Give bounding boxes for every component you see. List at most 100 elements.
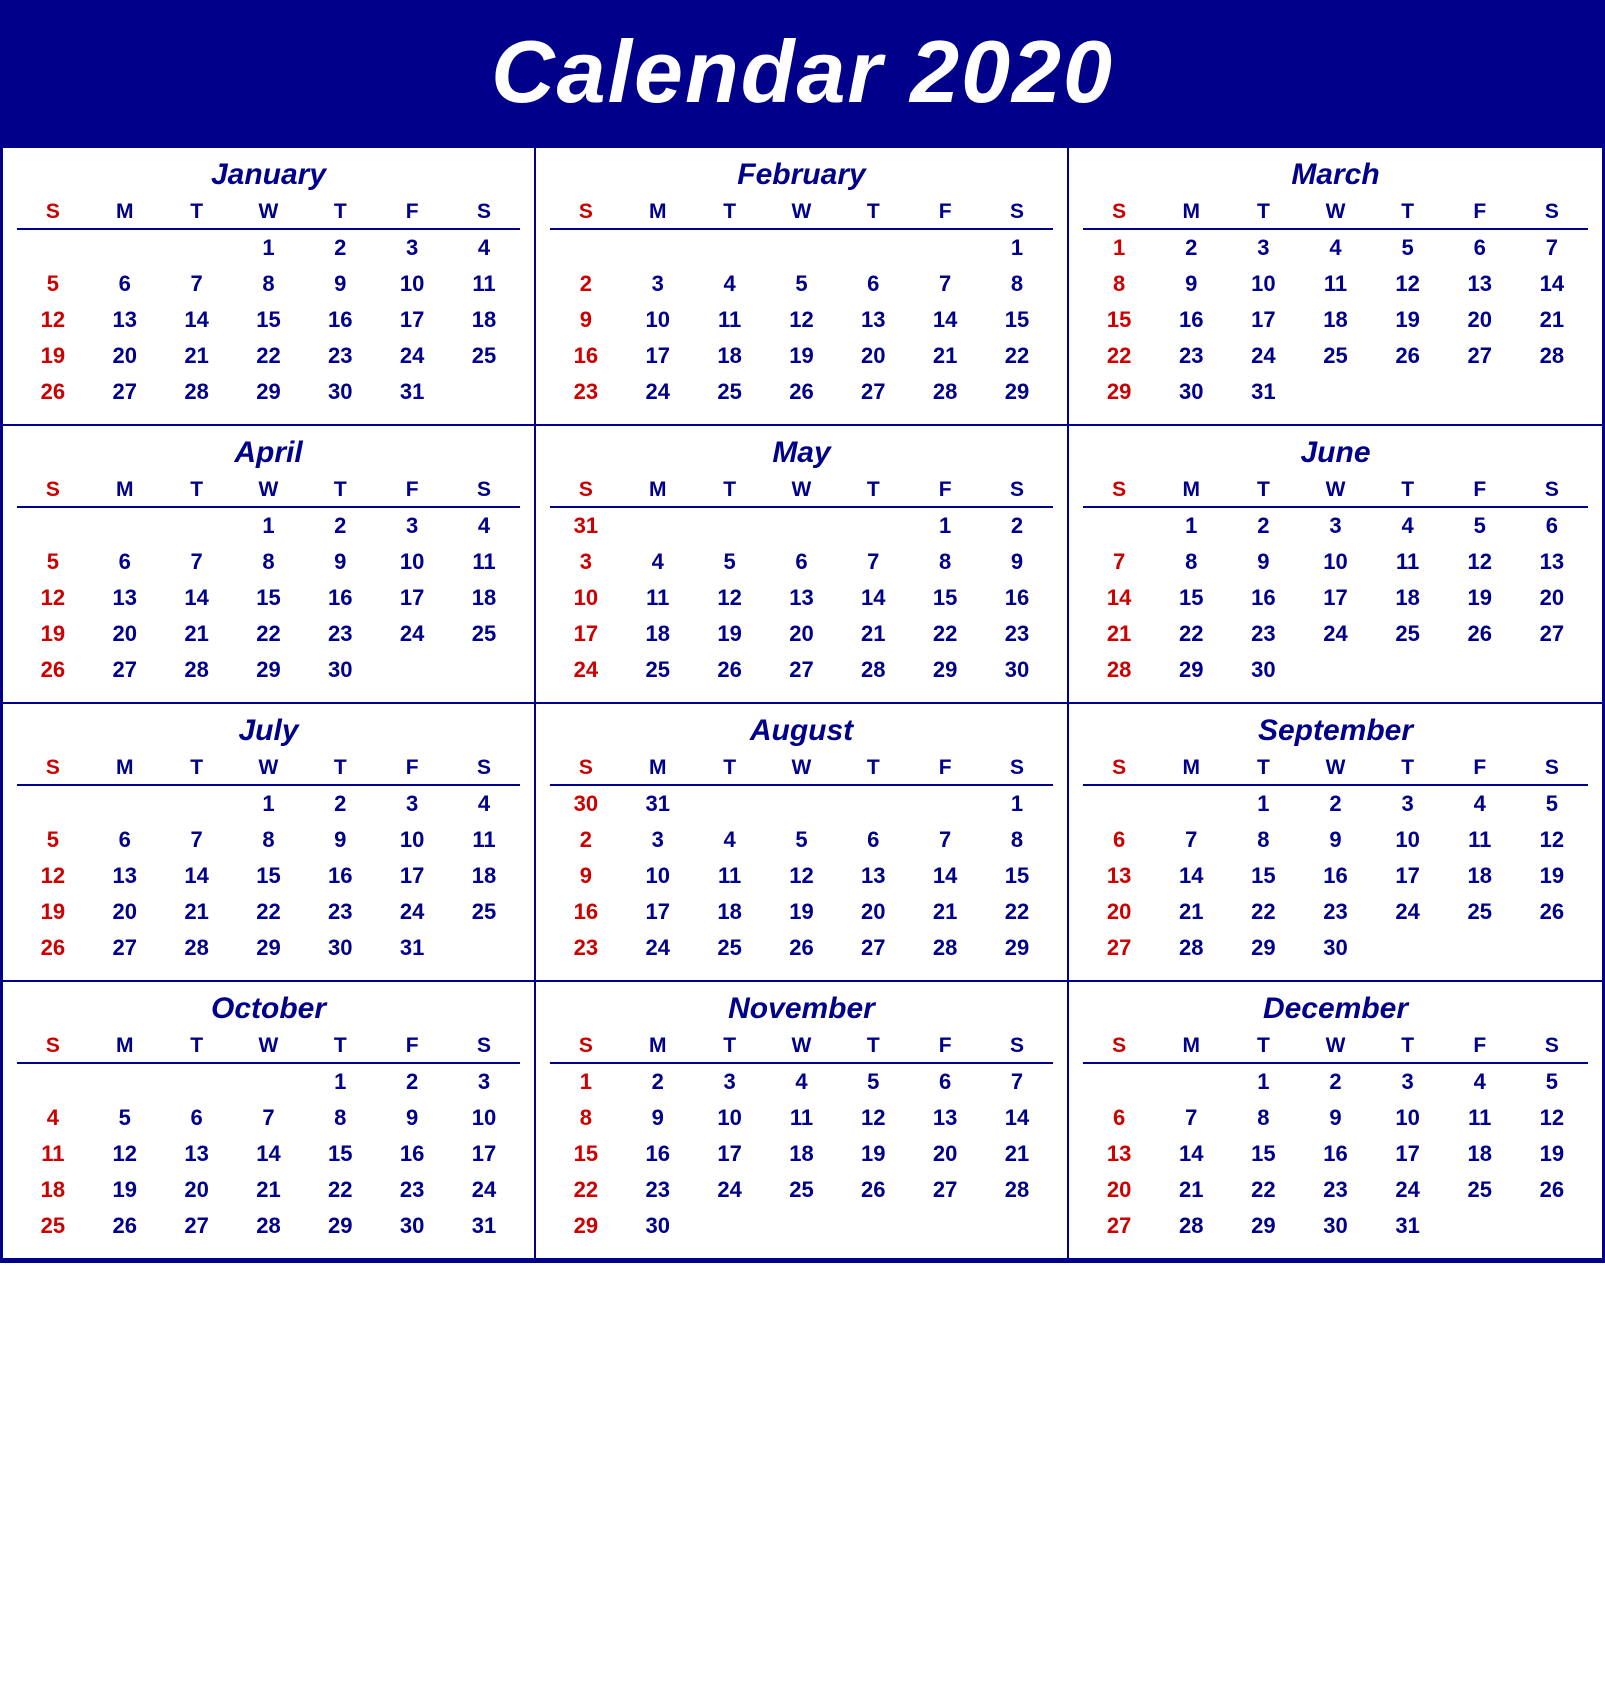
calendar-day: 4 <box>1372 507 1444 544</box>
calendar-day: 19 <box>17 894 89 930</box>
calendar-day: 25 <box>448 338 520 374</box>
day-header: T <box>304 476 376 507</box>
day-header: W <box>233 1032 305 1063</box>
day-header: T <box>304 754 376 785</box>
calendar-day: 27 <box>89 930 161 966</box>
calendar-day: 7 <box>1155 1100 1227 1136</box>
calendar-day: 24 <box>376 338 448 374</box>
calendar-day: 18 <box>448 858 520 894</box>
calendar-day: 13 <box>1083 858 1155 894</box>
calendar-container: Calendar 2020 JanuarySMTWTFS123456789101… <box>0 0 1605 1263</box>
day-header: F <box>909 198 981 229</box>
calendar-day: 5 <box>17 266 89 302</box>
calendar-day <box>766 785 838 822</box>
calendar-day <box>448 652 520 688</box>
calendar-day: 20 <box>161 1172 233 1208</box>
calendar-day: 27 <box>837 930 909 966</box>
calendar-day: 20 <box>1083 1172 1155 1208</box>
calendar-day: 30 <box>981 652 1053 688</box>
calendar-day: 28 <box>161 930 233 966</box>
month-name: March <box>1083 158 1588 192</box>
day-header: F <box>909 476 981 507</box>
calendar-day <box>17 785 89 822</box>
calendar-day: 23 <box>376 1172 448 1208</box>
calendar-day: 16 <box>622 1136 694 1172</box>
calendar-day: 9 <box>1299 822 1371 858</box>
calendar-day: 26 <box>17 930 89 966</box>
day-header: T <box>1372 476 1444 507</box>
calendar-day: 25 <box>622 652 694 688</box>
day-header: S <box>448 476 520 507</box>
calendar-day: 15 <box>909 580 981 616</box>
calendar-day: 13 <box>89 858 161 894</box>
calendar-day: 25 <box>17 1208 89 1244</box>
calendar-day: 17 <box>550 616 622 652</box>
calendar-day: 15 <box>233 302 305 338</box>
day-header: S <box>981 476 1053 507</box>
calendar-day: 11 <box>448 544 520 580</box>
calendar-day: 9 <box>304 266 376 302</box>
calendar-day: 4 <box>17 1100 89 1136</box>
calendar-day: 16 <box>1299 858 1371 894</box>
day-header: T <box>1227 1032 1299 1063</box>
calendar-day: 16 <box>304 858 376 894</box>
calendar-title: Calendar 2020 <box>3 21 1602 123</box>
calendar-day: 21 <box>233 1172 305 1208</box>
calendar-day <box>161 507 233 544</box>
day-header: S <box>1516 476 1588 507</box>
calendar-day: 26 <box>17 374 89 410</box>
calendar-day: 30 <box>1299 1208 1371 1244</box>
calendar-day: 22 <box>981 338 1053 374</box>
calendar-day: 12 <box>89 1136 161 1172</box>
calendar-day: 23 <box>304 894 376 930</box>
calendar-day: 12 <box>766 302 838 338</box>
calendar-day: 12 <box>1372 266 1444 302</box>
calendar-day: 20 <box>766 616 838 652</box>
calendar-day: 14 <box>233 1136 305 1172</box>
calendar-day: 28 <box>981 1172 1053 1208</box>
calendar-day: 10 <box>550 580 622 616</box>
calendar-day <box>89 507 161 544</box>
calendar-day: 9 <box>304 822 376 858</box>
calendar-day: 24 <box>1372 1172 1444 1208</box>
calendar-day: 10 <box>376 544 448 580</box>
calendar-day: 9 <box>981 544 1053 580</box>
month-block-april: AprilSMTWTFS1234567891011121314151617181… <box>3 426 536 704</box>
calendar-day: 16 <box>550 894 622 930</box>
calendar-day: 25 <box>1444 894 1516 930</box>
calendar-day: 10 <box>1227 266 1299 302</box>
day-header: F <box>1444 198 1516 229</box>
calendar-day: 19 <box>1516 1136 1588 1172</box>
calendar-day: 6 <box>837 822 909 858</box>
calendar-day: 18 <box>1372 580 1444 616</box>
calendar-day: 31 <box>376 374 448 410</box>
calendar-day: 6 <box>1083 1100 1155 1136</box>
calendar-day: 10 <box>694 1100 766 1136</box>
calendar-day <box>909 1208 981 1244</box>
calendar-day: 21 <box>1155 894 1227 930</box>
calendar-day: 14 <box>909 302 981 338</box>
calendar-day: 25 <box>1372 616 1444 652</box>
month-block-january: JanuarySMTWTFS12345678910111213141516171… <box>3 148 536 426</box>
calendar-day: 17 <box>448 1136 520 1172</box>
calendar-day: 8 <box>550 1100 622 1136</box>
day-header: S <box>1083 1032 1155 1063</box>
calendar-day: 24 <box>448 1172 520 1208</box>
calendar-day: 3 <box>1372 1063 1444 1100</box>
month-table: SMTWTFS123456789101112131415161718192021… <box>1083 476 1588 688</box>
day-header: M <box>89 476 161 507</box>
calendar-day: 18 <box>694 894 766 930</box>
calendar-day: 9 <box>1227 544 1299 580</box>
calendar-day: 5 <box>1372 229 1444 266</box>
calendar-day: 15 <box>981 858 1053 894</box>
calendar-day: 27 <box>837 374 909 410</box>
day-header: W <box>766 1032 838 1063</box>
calendar-day: 3 <box>376 507 448 544</box>
day-header: S <box>1083 198 1155 229</box>
day-header: F <box>376 754 448 785</box>
day-header: S <box>17 198 89 229</box>
calendar-day: 22 <box>1227 894 1299 930</box>
calendar-day: 17 <box>1227 302 1299 338</box>
day-header: T <box>694 476 766 507</box>
day-header: T <box>837 198 909 229</box>
